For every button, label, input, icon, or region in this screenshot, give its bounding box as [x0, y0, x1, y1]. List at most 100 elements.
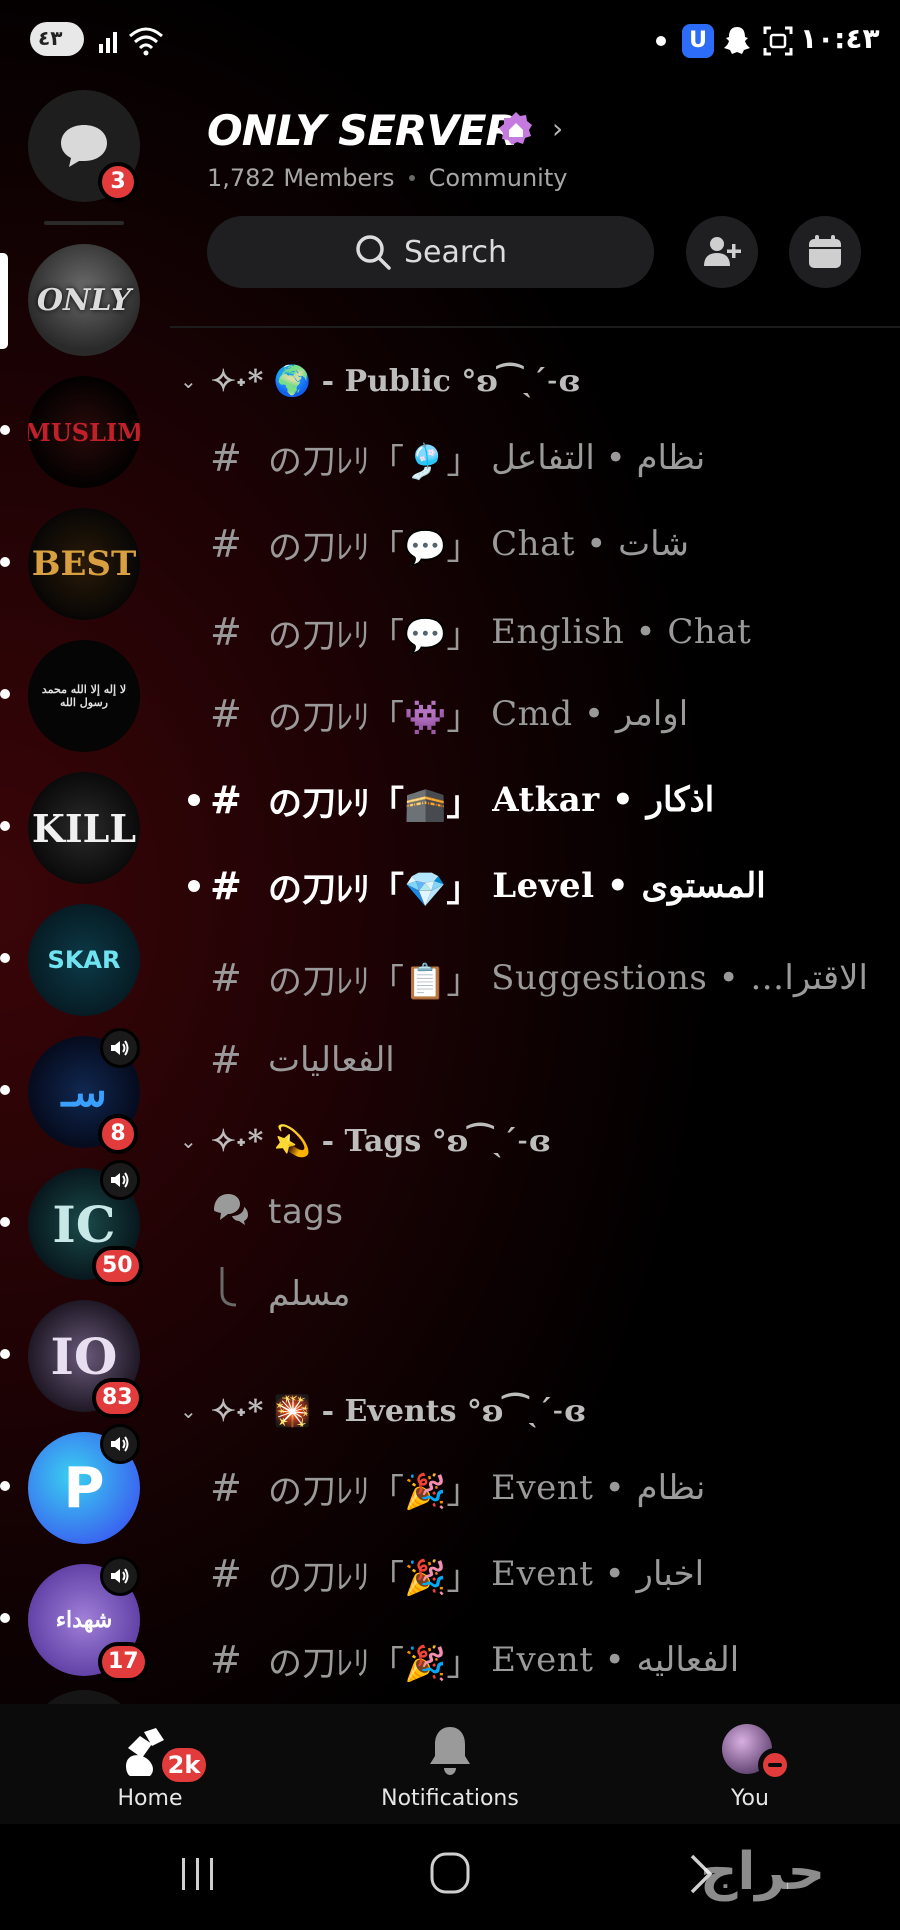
- search-button[interactable]: Search: [207, 216, 654, 288]
- server-skar[interactable]: SKAR: [28, 904, 140, 1016]
- channel-deco: の刀ﾚﾘ「💎」: [268, 869, 481, 910]
- channel-interaction-system[interactable]: # の刀ﾚﾘ「🎐」 نظام • التفاعل: [210, 428, 705, 488]
- channel-deco: の刀ﾚﾘ「🎉」: [268, 1643, 481, 1684]
- channel-events-ar[interactable]: # الفعاليات: [210, 1030, 395, 1090]
- nav-you[interactable]: You: [650, 1704, 850, 1824]
- channel-event-activity[interactable]: # の刀ﾚﾘ「🎉」 Event • الفعاليه: [210, 1630, 739, 1690]
- status-bar: ٤٣ U ١٠:٤٣: [0, 0, 900, 84]
- channel-chat[interactable]: # の刀ﾚﾘ「💬」 Chat • شات: [210, 514, 689, 574]
- signal-icon: [99, 32, 117, 53]
- search-label: Search: [403, 234, 508, 270]
- channel-event-system[interactable]: # の刀ﾚﾘ「🎉」 Event • نظام: [210, 1458, 705, 1518]
- nav-notifications-label: Notifications: [381, 1786, 519, 1811]
- channel-english-chat[interactable]: # の刀ﾚﾘ「💬」 English • Chat: [210, 602, 751, 662]
- channel-level[interactable]: # の刀ﾚﾘ「💎」 Level • المستوى: [188, 856, 766, 916]
- channel-event-news[interactable]: # の刀ﾚﾘ「🎉」 Event • اخبار: [210, 1544, 704, 1604]
- channel-name: Atkar • اذكار: [492, 780, 715, 820]
- header-divider: [170, 326, 900, 328]
- channel-name: English • Chat: [491, 612, 752, 652]
- add-user-icon: [704, 237, 741, 266]
- voice-active-icon: [100, 1028, 140, 1068]
- hash-icon: #: [210, 1038, 242, 1082]
- channel-name: Level • المستوى: [492, 866, 766, 906]
- category-emoji: 🌍: [273, 363, 312, 399]
- text-channel-locked-icon: #: [210, 436, 242, 480]
- recent-apps-icon[interactable]: [176, 1854, 220, 1894]
- nav-notifications[interactable]: Notifications: [350, 1704, 550, 1824]
- thread-muslim[interactable]: مسلم: [210, 1264, 350, 1324]
- channel-name: نظام • التفاعل: [491, 438, 706, 478]
- unread-pip: [0, 821, 10, 831]
- channel-deco: の刀ﾚﾘ「🎉」: [268, 1557, 481, 1598]
- mention-badge: 83: [92, 1378, 143, 1418]
- channel-deco: の刀ﾚﾘ「📋」: [268, 961, 481, 1002]
- channel-name: Event • الفعاليه: [491, 1640, 740, 1680]
- watermark-logo: حراج: [700, 1842, 826, 1902]
- channel-deco: の刀ﾚﾘ「🎉」: [268, 1471, 481, 1512]
- unread-indicator: [188, 880, 200, 892]
- chevron-right-icon[interactable]: ›: [552, 112, 563, 145]
- nav-you-label: You: [731, 1786, 769, 1811]
- category-suffix: °ʚ⁀ˎˊ˗ɞ: [466, 1393, 586, 1429]
- server-only[interactable]: ONLY: [28, 244, 140, 356]
- category-prefix: ✧˖*: [210, 1123, 264, 1159]
- battery-level: ٤٣: [38, 26, 63, 50]
- server-title[interactable]: ONLY SERVER: [207, 106, 518, 155]
- member-count: 1,782 Members: [207, 164, 395, 192]
- server-shahada[interactable]: لا إله إلا الله محمد رسول الله: [28, 640, 140, 752]
- unread-pip: [0, 1085, 10, 1095]
- forum-channel-tags[interactable]: tags: [210, 1182, 343, 1242]
- category-suffix: °ʚ⁀ˎˊ˗ɞ: [461, 363, 581, 399]
- unread-pip: [0, 557, 10, 567]
- channel-deco: の刀ﾚﾘ「🎐」: [268, 441, 481, 482]
- category-name: - Public: [321, 363, 451, 399]
- server-best[interactable]: BEST: [28, 508, 140, 620]
- category-tags[interactable]: ⌄ ✧˖* 💫 - Tags °ʚ⁀ˎˊ˗ɞ: [180, 1116, 550, 1166]
- chevron-down-icon: ⌄: [180, 369, 197, 393]
- server-meta: 1,782 Members Community: [207, 164, 567, 192]
- channel-suggestions[interactable]: # の刀ﾚﾘ「📋」 Suggestions • ...الاقترا: [210, 948, 868, 1008]
- server-kill[interactable]: KILL: [28, 772, 140, 884]
- chevron-down-icon: ⌄: [180, 1399, 197, 1423]
- hash-icon: #: [210, 778, 242, 822]
- hash-icon: #: [210, 1552, 242, 1596]
- rail-divider: [44, 221, 124, 225]
- server-muslim[interactable]: MUSLIM: [28, 376, 140, 488]
- clock: ١٠:٤٣: [800, 22, 880, 55]
- category-events[interactable]: ⌄ ✧˖* 🎇 - Events °ʚ⁀ˎˊ˗ɞ: [180, 1386, 586, 1436]
- mention-badge: 17: [98, 1642, 149, 1682]
- nav-home[interactable]: Home 2k: [50, 1704, 250, 1824]
- hash-icon: #: [210, 692, 242, 736]
- hash-icon: #: [210, 610, 242, 654]
- unread-pip: [0, 1349, 10, 1359]
- avatar: [722, 1724, 792, 1782]
- server-12[interactable]: [28, 1690, 140, 1704]
- invite-members-button[interactable]: [686, 216, 758, 288]
- mention-badge: 50: [92, 1246, 143, 1286]
- nav-home-label: Home: [117, 1786, 183, 1811]
- hash-icon: #: [210, 1638, 242, 1682]
- channel-name: tags: [268, 1192, 344, 1232]
- channel-deco: の刀ﾚﾘ「🕋」: [268, 783, 481, 824]
- category-public[interactable]: ⌄ ✧˖* 🌍 - Public °ʚ⁀ˎˊ˗ɞ: [180, 356, 580, 406]
- hash-icon: #: [210, 956, 242, 1000]
- unread-pip: [0, 1481, 10, 1491]
- search-icon: [356, 235, 391, 270]
- app-notification-icon: U: [682, 24, 714, 58]
- home-system-icon[interactable]: [428, 1850, 472, 1896]
- category-prefix: ✧˖*: [210, 1393, 264, 1429]
- dnd-status-icon: [758, 1748, 792, 1782]
- channel-name: Cmd • اوامر: [491, 694, 689, 734]
- notification-dot: [656, 36, 666, 46]
- mention-badge: 8: [98, 1114, 138, 1154]
- unread-pip: [0, 1613, 10, 1623]
- hash-icon: #: [210, 1466, 242, 1510]
- channel-atkar[interactable]: # の刀ﾚﾘ「🕋」 Atkar • اذكار: [188, 770, 715, 830]
- thread-branch-icon: [210, 1265, 268, 1324]
- channel-name: Suggestions • ...الاقترا: [491, 958, 868, 998]
- channel-cmd[interactable]: # の刀ﾚﾘ「👾」 Cmd • اوامر: [210, 684, 688, 744]
- events-button[interactable]: [789, 216, 861, 288]
- hash-icon: #: [210, 522, 242, 566]
- snapchat-icon: [724, 27, 750, 54]
- channel-deco: の刀ﾚﾘ「💬」: [268, 527, 481, 568]
